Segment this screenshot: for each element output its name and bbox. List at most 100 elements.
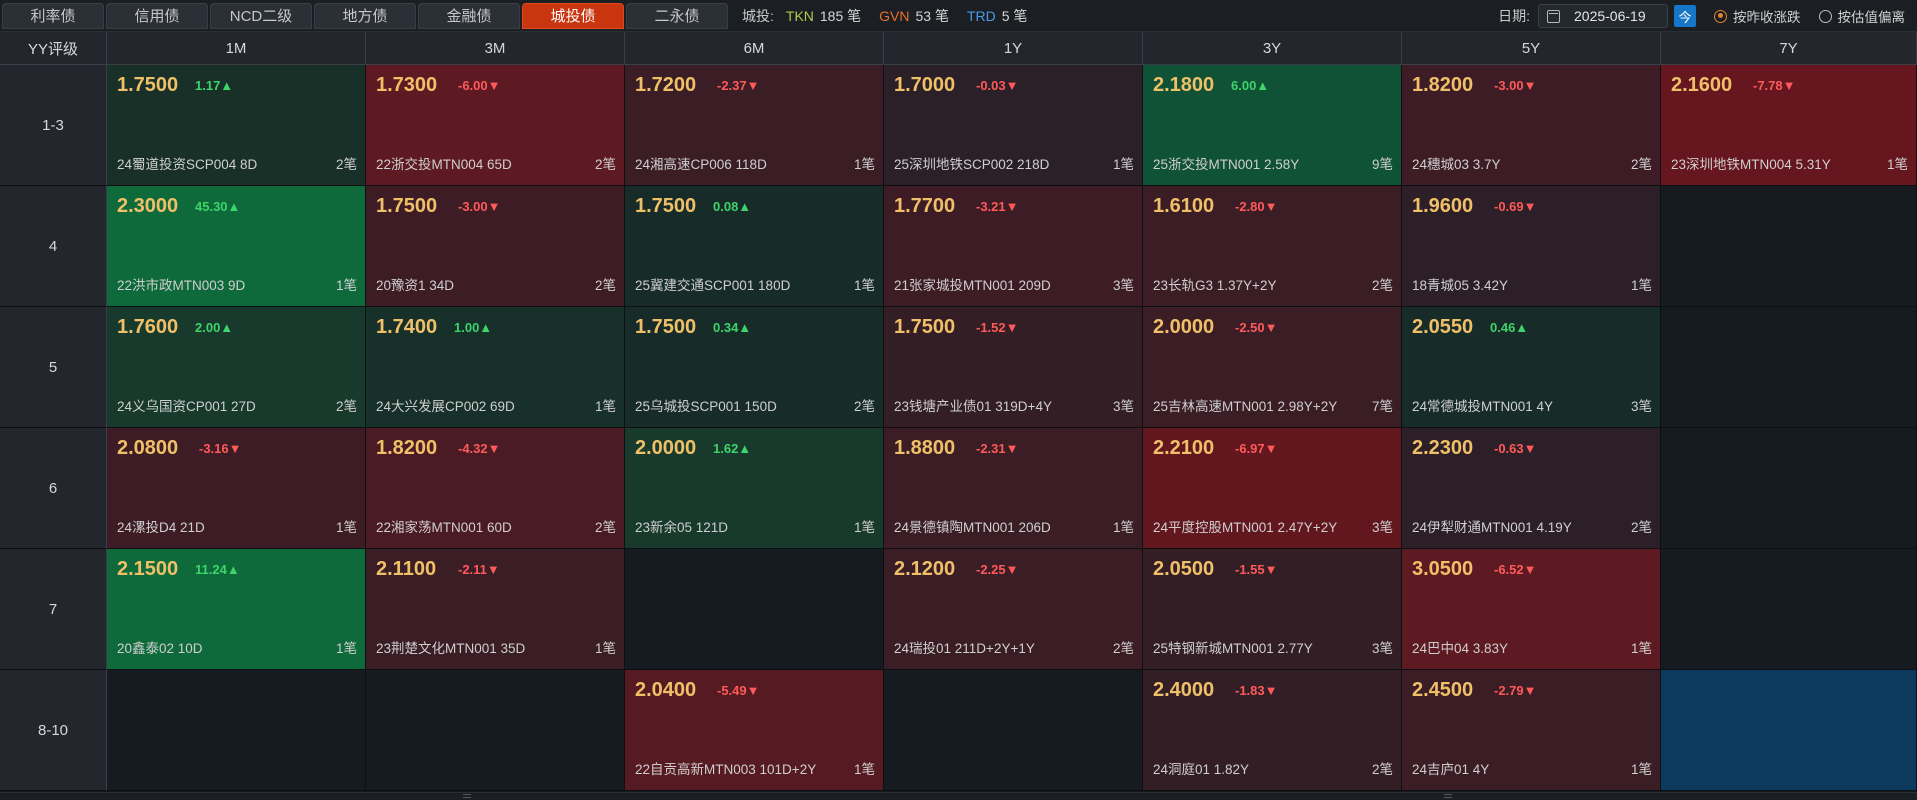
calendar-icon[interactable] <box>1547 9 1560 23</box>
empty-cell[interactable] <box>1661 428 1917 549</box>
quote-cell[interactable]: 1.7500 -1.52▼ 23钱塘产业债01 319D+4Y 3笔 <box>884 307 1143 428</box>
quote-cell[interactable]: 1.8800 -2.31▼ 24景德镇陶MTN001 206D 1笔 <box>884 428 1143 549</box>
radio-valuation-label[interactable]: 按估值偏离 <box>1838 6 1906 26</box>
today-button[interactable]: 今 <box>1674 5 1696 27</box>
yield-price: 1.7500 <box>376 195 438 217</box>
quote-cell[interactable]: 1.7500 0.08▲ 25冀建交通SCP001 180D 1笔 <box>625 186 884 307</box>
column-header[interactable]: 1Y <box>884 32 1143 65</box>
resize-handle-icon[interactable] <box>1444 794 1452 798</box>
trade-count: 2笔 <box>594 157 616 172</box>
quote-cell[interactable]: 3.0500 -6.52▼ 24巴中04 3.83Y 1笔 <box>1402 549 1661 670</box>
yield-change: -6.52▼ <box>1494 562 1537 577</box>
quote-cell[interactable]: 1.7500 -3.00▼ 20豫资1 34D 2笔 <box>366 186 625 307</box>
radio-checked-icon[interactable] <box>1714 9 1727 23</box>
quote-cell[interactable]: 2.1500 11.24▲ 20鑫泰02 10D 1笔 <box>107 549 366 670</box>
stats-label: 城投: <box>742 7 774 24</box>
quote-cell[interactable]: 1.7400 1.00▲ 24大兴发展CP002 69D 1笔 <box>366 307 625 428</box>
column-header[interactable]: 6M <box>625 32 884 65</box>
empty-cell[interactable] <box>366 670 625 791</box>
trade-count: 3笔 <box>1630 399 1652 414</box>
yield-price: 1.8200 <box>376 437 438 459</box>
quote-cell[interactable]: 2.0800 -3.16▼ 24漯投D4 21D 1笔 <box>107 428 366 549</box>
tab-3[interactable]: 地方债 <box>314 2 416 29</box>
date-controls: 日期: 2025-06-19 今 按昨收涨跌 按估值偏离 <box>1498 0 1917 32</box>
quote-cell[interactable]: 2.0550 0.46▲ 24常德城投MTN001 4Y 3笔 <box>1402 307 1661 428</box>
quote-cell[interactable]: 2.0000 1.62▲ 23新余05 121D 1笔 <box>625 428 884 549</box>
column-header[interactable]: 5Y <box>1402 32 1661 65</box>
quote-cell[interactable]: 2.2100 -6.97▼ 24平度控股MTN001 2.47Y+2Y 3笔 <box>1143 428 1402 549</box>
column-header[interactable]: 1M <box>107 32 366 65</box>
quote-cell[interactable]: 1.7700 -3.21▼ 21张家城投MTN001 209D 3笔 <box>884 186 1143 307</box>
bond-name: 23荆楚文化MTN001 35D <box>376 641 526 656</box>
yield-change: -6.00▼ <box>458 78 501 93</box>
trade-count: 3笔 <box>1112 399 1134 414</box>
bottom-resize-bar[interactable] <box>0 792 1917 800</box>
date-picker[interactable]: 2025-06-19 <box>1538 4 1668 28</box>
quote-cell[interactable]: 2.4000 -1.83▼ 24洞庭01 1.82Y 2笔 <box>1143 670 1402 791</box>
empty-cell[interactable] <box>1661 549 1917 670</box>
resize-handle-icon[interactable] <box>463 794 471 798</box>
tab-1[interactable]: 信用债 <box>106 2 208 29</box>
quote-cell[interactable]: 2.4500 -2.79▼ 24吉庐01 4Y 1笔 <box>1402 670 1661 791</box>
quote-cell[interactable]: 1.7000 -0.03▼ 25深圳地铁SCP002 218D 1笔 <box>884 65 1143 186</box>
quote-cell[interactable]: 1.7600 2.00▲ 24义乌国资CP001 27D 2笔 <box>107 307 366 428</box>
column-header[interactable]: 7Y <box>1661 32 1917 65</box>
trade-count: 1笔 <box>335 641 357 656</box>
quote-cell[interactable]: 1.7300 -6.00▼ 22浙交投MTN004 65D 2笔 <box>366 65 625 186</box>
radio-prev-close-label[interactable]: 按昨收涨跌 <box>1733 6 1801 26</box>
bond-name: 23深圳地铁MTN004 5.31Y <box>1671 157 1831 172</box>
yield-price: 2.0550 <box>1412 316 1474 338</box>
rating-label: 5 <box>0 307 107 428</box>
quote-cell[interactable]: 2.1100 -2.11▼ 23荆楚文化MTN001 35D 1笔 <box>366 549 625 670</box>
quote-cell[interactable]: 2.3000 45.30▲ 22洪市政MTN003 9D 1笔 <box>107 186 366 307</box>
quote-cell[interactable]: 2.1600 -7.78▼ 23深圳地铁MTN004 5.31Y 1笔 <box>1661 65 1917 186</box>
column-header[interactable]: 3M <box>366 32 625 65</box>
empty-cell[interactable] <box>1661 307 1917 428</box>
quote-cell[interactable]: 2.0400 -5.49▼ 22自贡高新MTN003 101D+2Y 1笔 <box>625 670 884 791</box>
empty-cell[interactable] <box>625 549 884 670</box>
tkn-code: TKN <box>785 7 814 24</box>
bond-name: 22自贡高新MTN003 101D+2Y <box>635 762 817 777</box>
quote-cell[interactable]: 2.0000 -2.50▼ 25吉林高速MTN001 2.98Y+2Y 7笔 <box>1143 307 1402 428</box>
trade-count: 1笔 <box>594 641 616 656</box>
rating-label: 6 <box>0 428 107 549</box>
quote-cell[interactable]: 1.8200 -3.00▼ 24穗城03 3.7Y 2笔 <box>1402 65 1661 186</box>
empty-cell[interactable] <box>1661 186 1917 307</box>
rating-header: YY评级 <box>0 32 107 65</box>
quote-cell[interactable]: 2.2300 -0.63▼ 24伊犁财通MTN001 4.19Y 2笔 <box>1402 428 1661 549</box>
yield-price: 3.0500 <box>1412 558 1474 580</box>
quote-cell[interactable]: 1.7500 1.17▲ 24蜀道投资SCP004 8D 2笔 <box>107 65 366 186</box>
radio-valuation[interactable]: 按估值偏离 <box>1818 6 1906 26</box>
empty-cell[interactable] <box>1661 670 1917 791</box>
empty-cell[interactable] <box>884 670 1143 791</box>
quote-cell[interactable]: 1.6100 -2.80▼ 23长轨G3 1.37Y+2Y 2笔 <box>1143 186 1402 307</box>
trd-code: TRD <box>966 7 996 24</box>
tab-0[interactable]: 利率债 <box>2 2 104 29</box>
bond-name: 25乌城投SCP001 150D <box>635 399 777 414</box>
bond-name: 24义乌国资CP001 27D <box>117 399 256 414</box>
tab-6[interactable]: 二永债 <box>626 2 728 29</box>
empty-cell[interactable] <box>107 670 366 791</box>
yield-change: 0.34▲ <box>713 320 752 335</box>
bond-name: 24穗城03 3.7Y <box>1412 157 1501 172</box>
quote-cell[interactable]: 2.0500 -1.55▼ 25特钢新城MTN001 2.77Y 3笔 <box>1143 549 1402 670</box>
radio-prev-close[interactable]: 按昨收涨跌 <box>1714 6 1801 26</box>
bond-name: 18青城05 3.42Y <box>1412 278 1509 293</box>
date-value[interactable]: 2025-06-19 <box>1574 8 1646 24</box>
yield-price: 1.7500 <box>894 316 956 338</box>
quote-cell[interactable]: 2.1800 6.00▲ 25浙交投MTN001 2.58Y 9笔 <box>1143 65 1402 186</box>
quote-cell[interactable]: 1.7200 -2.37▼ 24湘高速CP006 118D 1笔 <box>625 65 884 186</box>
trade-count: 1笔 <box>1886 157 1908 172</box>
quote-cell[interactable]: 1.9600 -0.69▼ 18青城05 3.42Y 1笔 <box>1402 186 1661 307</box>
tab-5[interactable]: 城投债 <box>522 2 624 29</box>
quote-cell[interactable]: 1.8200 -4.32▼ 22湘家荡MTN001 60D 2笔 <box>366 428 625 549</box>
radio-unchecked-icon[interactable] <box>1818 9 1832 23</box>
tkn-count: 185 笔 <box>819 7 862 24</box>
column-header[interactable]: 3Y <box>1143 32 1402 65</box>
yield-change: 0.46▲ <box>1490 320 1529 335</box>
quote-cell[interactable]: 1.7500 0.34▲ 25乌城投SCP001 150D 2笔 <box>625 307 884 428</box>
tab-2[interactable]: NCD二级 <box>210 2 312 29</box>
trade-count: 1笔 <box>594 399 616 414</box>
quote-cell[interactable]: 2.1200 -2.25▼ 24瑞投01 211D+2Y+1Y 2笔 <box>884 549 1143 670</box>
tab-4[interactable]: 金融债 <box>418 2 520 29</box>
